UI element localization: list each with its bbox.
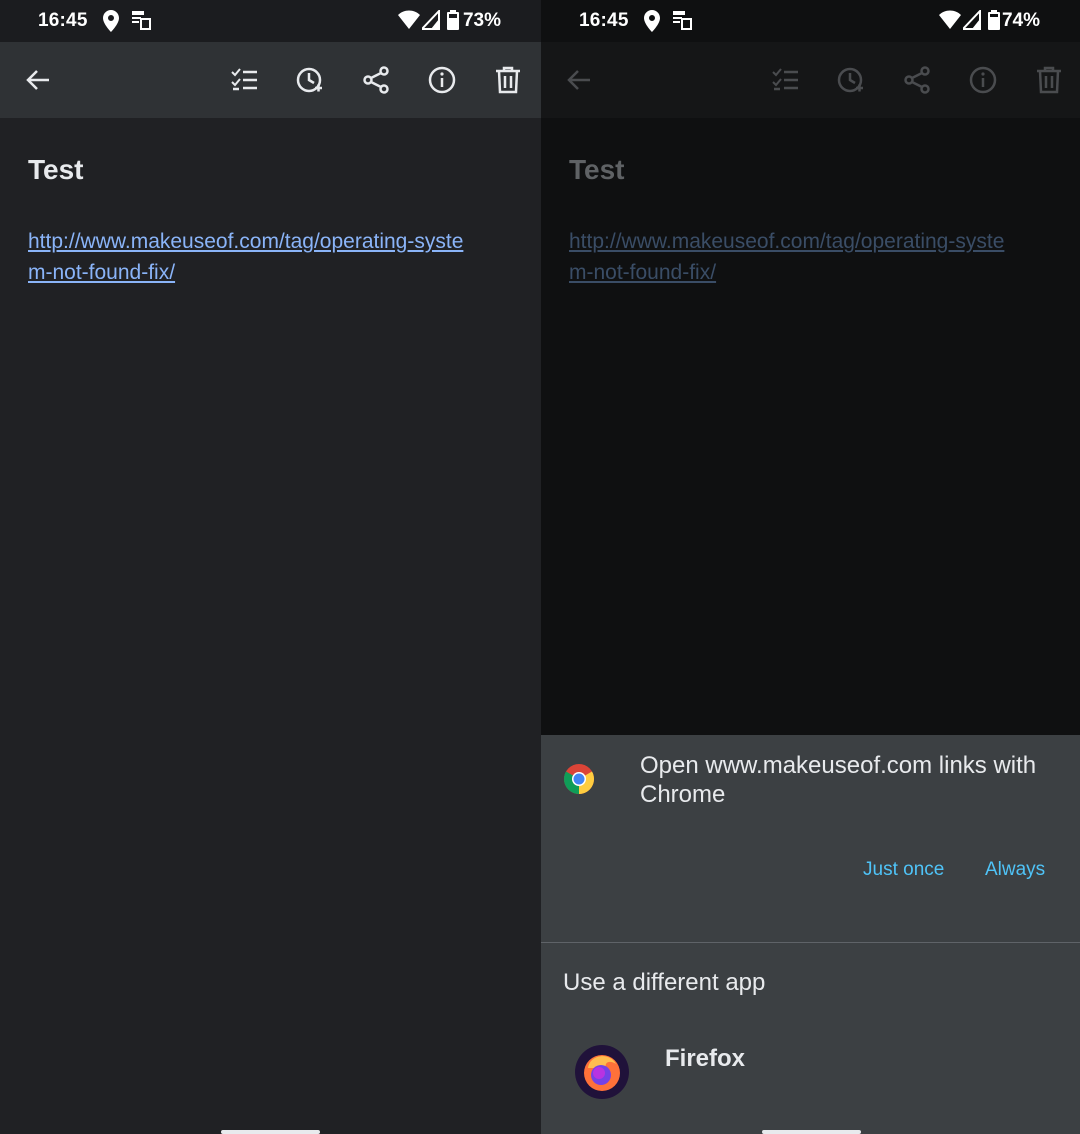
delete-icon[interactable] [488,60,528,100]
note-title: Test [569,154,625,185]
left-screen: 16:45 73% Test http://www.makeuseof.com/… [0,0,541,1134]
info-icon[interactable] [422,60,462,100]
cell-signal-icon [960,8,981,35]
battery-percent: 73% [462,10,501,31]
checklist-icon[interactable] [224,60,264,100]
just-once-button[interactable]: Just once [863,859,944,881]
share-icon[interactable] [356,60,396,100]
status-bar: 16:45 74% [541,0,1080,42]
note-title[interactable]: Test [28,154,84,186]
right-screen: 16:45 74% Test http://www.makeuseof.com/… [541,0,1080,1134]
wifi-icon [398,10,420,35]
home-indicator[interactable] [221,1130,320,1134]
back-arrow-icon [559,60,599,100]
battery-icon [447,10,459,35]
status-bar: 16:45 73% [0,0,541,42]
reminder-icon [831,60,871,100]
chrome-icon [563,763,595,795]
location-icon [103,10,119,37]
battery-icon [988,10,1000,35]
wifi-icon [939,10,961,35]
location-icon [644,10,660,37]
battery-percent: 74% [1001,10,1040,31]
delete-icon [1029,60,1069,100]
sheet-title: Open www.makeuseof.com links with Chrome [640,752,1037,808]
info-icon [963,60,1003,100]
firefox-app-name[interactable]: Firefox [665,1045,745,1073]
use-different-app-label: Use a different app [563,969,766,996]
app-toolbar-dimmed [541,42,1080,118]
reminder-icon[interactable] [290,60,330,100]
divider [541,942,1080,943]
always-button[interactable]: Always [985,859,1045,881]
share-icon [897,60,937,100]
cast-icon [672,10,692,35]
app-toolbar [0,42,541,118]
cast-icon [131,10,151,35]
note-link: http://www.makeuseof.com/tag/operating-s… [569,230,1005,284]
firefox-icon[interactable] [574,1044,630,1100]
open-with-bottom-sheet: Open www.makeuseof.com links with Chrome… [541,735,1080,1134]
checklist-icon [765,60,805,100]
status-time: 16:45 [579,10,629,31]
note-link[interactable]: http://www.makeuseof.com/tag/operating-s… [28,226,468,288]
home-indicator[interactable] [762,1130,861,1134]
back-arrow-icon[interactable] [18,60,58,100]
cell-signal-icon [419,8,440,35]
status-time: 16:45 [38,10,88,31]
